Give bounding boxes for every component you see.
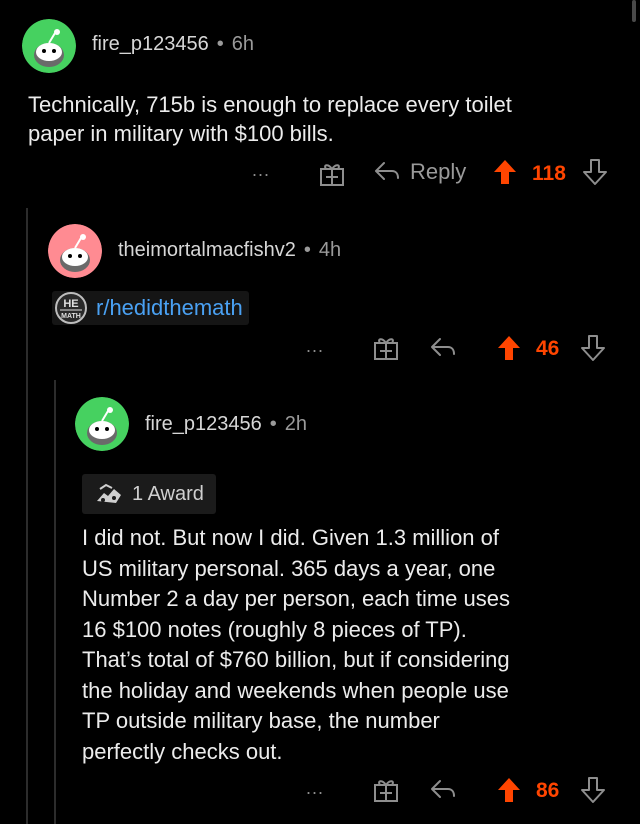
comment-line: the holiday and weekends when people use [82, 677, 509, 703]
reply-arrow-icon [431, 780, 455, 798]
comment-line: Number 2 a day per person, each time use… [82, 586, 511, 611]
downvote-arrow-icon [581, 335, 605, 361]
user-avatar[interactable] [75, 397, 129, 451]
vote-score: 46 [536, 337, 560, 360]
upvote-arrow-icon [498, 336, 520, 360]
subreddit-link[interactable]: HE MATH r/hedidthemath [52, 291, 249, 325]
scrollbar[interactable] [632, 0, 636, 22]
more-dots-icon: ... [252, 160, 271, 180]
timestamp: 6h [231, 33, 255, 55]
upvote-arrow-icon [498, 778, 520, 802]
give-award-button[interactable] [372, 334, 400, 362]
reply-arrow-icon [375, 162, 399, 180]
comment-line: Technically, 715b is enough to replace e… [28, 92, 512, 117]
reply-button[interactable] [428, 334, 458, 362]
comment-line: TP outside military base, the number [82, 708, 440, 733]
thread-line[interactable] [54, 380, 56, 824]
comment-meta: fire_p123456 • 6h [92, 33, 255, 55]
svg-text:MATH: MATH [61, 313, 81, 320]
comment-meta: theimortalmacfishv2 • 4h [118, 239, 342, 261]
comment-line: paper in military with $100 bills. [28, 121, 334, 146]
more-dots-icon: ... [306, 336, 325, 356]
username[interactable]: fire_p123456 [145, 413, 262, 435]
comment-line: US military personal. 365 days a year, o… [82, 555, 496, 581]
award-badge[interactable]: 1 Award [82, 474, 216, 514]
reply-button[interactable] [428, 776, 458, 804]
reply-button[interactable]: Reply [372, 158, 466, 186]
give-award-button[interactable] [318, 160, 346, 188]
comment-line: 16 $100 notes (roughly 8 pieces of TP). [82, 616, 467, 642]
vote-score: 86 [536, 779, 560, 802]
gift-award-icon [320, 164, 344, 186]
gift-award-icon [374, 780, 398, 802]
more-options-button[interactable]: ... [252, 160, 270, 181]
svg-text:HE: HE [63, 298, 78, 310]
username[interactable]: fire_p123456 [92, 33, 209, 55]
reply-label: Reply [410, 159, 467, 184]
downvote-button[interactable] [582, 158, 608, 186]
downvote-button[interactable] [580, 776, 606, 804]
snoo-avatar-icon [48, 224, 102, 278]
vote-score: 118 [532, 162, 566, 185]
gift-award-icon [374, 338, 398, 360]
comment-line: I did not. But now I did. Given 1.3 mill… [82, 525, 500, 550]
upvote-arrow-icon [494, 160, 516, 184]
give-award-button[interactable] [372, 776, 400, 804]
user-avatar[interactable] [22, 19, 76, 73]
upvote-button[interactable] [496, 334, 522, 362]
downvote-button[interactable] [580, 334, 606, 362]
username[interactable]: theimortalmacfishv2 [118, 239, 296, 261]
upvote-button[interactable] [496, 776, 522, 804]
award-icon [97, 483, 121, 503]
user-avatar[interactable] [48, 224, 102, 278]
snoo-avatar-icon [22, 19, 76, 73]
more-options-button[interactable]: ... [306, 336, 324, 357]
more-options-button[interactable]: ... [306, 778, 324, 799]
comment-body: Technically, 715b is enough to replace e… [28, 90, 628, 148]
timestamp: 4h [318, 239, 342, 261]
subreddit-link-text[interactable]: r/hedidthemath [96, 295, 243, 321]
more-dots-icon: ... [306, 778, 325, 798]
he-did-the-math-icon: HE MATH [55, 292, 87, 324]
comment-body: I did not. But now I did. Given 1.3 mill… [82, 523, 622, 767]
snoo-avatar-icon [75, 397, 129, 451]
comment-meta: fire_p123456 • 2h [145, 413, 308, 435]
comment-line: perfectly checks out. [82, 738, 283, 764]
timestamp: 2h [284, 413, 308, 435]
upvote-button[interactable] [492, 158, 518, 186]
comment-line: That’s total of $760 billion, but if con… [82, 647, 510, 672]
thread-line[interactable] [26, 208, 28, 824]
award-label: 1 Award [132, 482, 204, 505]
reply-arrow-icon [431, 338, 455, 356]
downvote-arrow-icon [583, 159, 607, 185]
downvote-arrow-icon [581, 777, 605, 803]
